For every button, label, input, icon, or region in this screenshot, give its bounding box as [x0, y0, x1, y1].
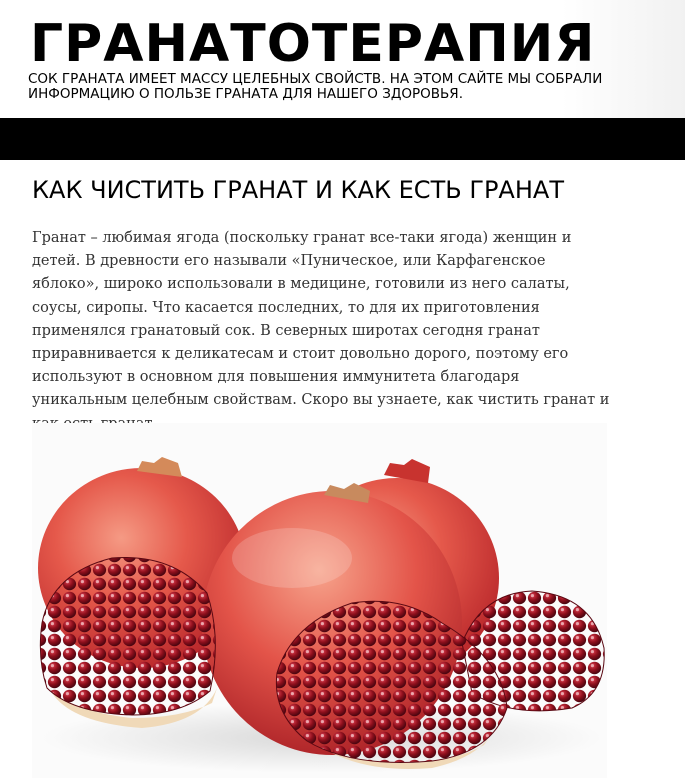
- site-tagline: СОК ГРАНАТА ИМЕЕТ МАССУ ЦЕЛЕБНЫХ СВОЙСТВ…: [28, 71, 603, 102]
- pomegranate-photo: [32, 423, 607, 778]
- article-body: Гранат – любимая ягода (поскольку гранат…: [32, 230, 610, 432]
- navigation-bar[interactable]: [0, 118, 685, 160]
- site-title[interactable]: ГРАНАТОТЕРАПИЯ: [30, 12, 595, 76]
- site-header: ГРАНАТОТЕРАПИЯ СОК ГРАНАТА ИМЕЕТ МАССУ Ц…: [0, 0, 685, 118]
- article-title: КАК ЧИСТИТЬ ГРАНАТ И КАК ЕСТЬ ГРАНАТ: [32, 176, 564, 204]
- aril-chunk-left: [39, 556, 217, 728]
